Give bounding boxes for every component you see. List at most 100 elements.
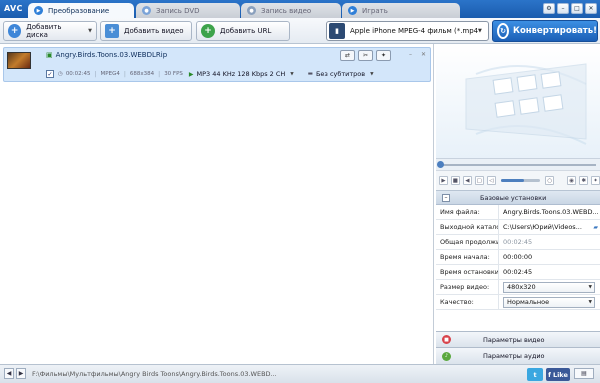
tab-convert-label: Преобразование: [48, 6, 110, 15]
tab-dvd[interactable]: ● Запись DVD: [136, 3, 240, 18]
file-name: Angry.Birds.Toons.03.WEBDLRip: [55, 51, 168, 59]
setting-row: Размер видео: 480x320 ▼: [436, 280, 600, 295]
subtitle-icon: ▬: [307, 71, 313, 77]
iphone-icon: ▮: [329, 23, 345, 39]
filename-field[interactable]: Angry.Birds.Toons.03.WEBD...: [499, 205, 600, 219]
audio-icon: ▶: [188, 70, 194, 78]
volume-icon[interactable]: ◁: [486, 176, 496, 185]
add-video-button[interactable]: + Добавить видео: [100, 21, 192, 41]
quality-select[interactable]: Нормальное ▼: [503, 296, 595, 308]
add-video-label: Добавить видео: [124, 27, 184, 35]
player-controls: ▶ ■ ◀ ▢ ◁ ○ ◉ ✱ ✦: [436, 170, 600, 190]
open-folder-icon[interactable]: ▤: [574, 368, 594, 379]
folder-icon[interactable]: ▰: [593, 224, 600, 231]
next-icon[interactable]: ▶: [16, 368, 26, 379]
convert-label: Конвертировать!: [513, 26, 597, 36]
quality-value: Нормальное: [507, 298, 550, 306]
info-separator: |: [158, 70, 161, 78]
camera-icon[interactable]: ◉: [567, 176, 577, 185]
chevron-down-icon: ▼: [478, 28, 482, 34]
prev-frame-icon[interactable]: ◀: [462, 176, 472, 185]
setting-row: Имя файла: Angry.Birds.Toons.03.WEBD...: [436, 205, 600, 220]
play-icon[interactable]: ▶: [439, 176, 448, 185]
stop-icon[interactable]: ■: [450, 176, 460, 185]
info-separator: |: [123, 70, 126, 78]
setting-label: Размер видео:: [436, 280, 499, 294]
convert-button[interactable]: ↻ Конвертировать!: [492, 20, 598, 42]
subtitles-select[interactable]: Без субтитров: [316, 70, 365, 78]
audio-params-button[interactable]: ♪ Параметры аудио: [436, 347, 600, 364]
add-disc-button[interactable]: + Добавить диска ▼: [3, 21, 97, 41]
chevron-down-icon: ▼: [290, 71, 294, 77]
facebook-like-button[interactable]: f Like: [546, 368, 570, 381]
chevron-down-icon: ▼: [588, 299, 592, 305]
title-bar: AVC ▶ Преобразование ● Запись DVD ● Запи…: [0, 0, 600, 18]
settings-title: Базовые установки: [480, 193, 547, 202]
audio-track-select[interactable]: MP3 44 KHz 128 Kbps 2 CH: [197, 70, 286, 78]
file-checkbox[interactable]: ✓: [46, 70, 54, 78]
maximize-icon[interactable]: □: [571, 3, 583, 14]
collapse-icon[interactable]: –: [442, 193, 450, 202]
play-icon: ▶: [348, 6, 357, 15]
record-icon: ●: [247, 6, 256, 15]
video-preview: [436, 44, 600, 158]
setting-label: Качество:: [436, 295, 499, 309]
seek-bar[interactable]: [436, 158, 600, 170]
start-time-field[interactable]: 00:00:00: [499, 250, 600, 264]
setting-row: Общая продолжит 00:02:45: [436, 235, 600, 250]
output-folder-value: C:\Users\Юрий\Videos...: [503, 223, 582, 231]
video-params-button[interactable]: ■ Параметры видео: [436, 331, 600, 347]
prev-icon[interactable]: ◀: [4, 368, 14, 379]
chevron-down-icon: ▼: [370, 71, 374, 77]
output-folder-field[interactable]: C:\Users\Юрий\Videos... ▰: [499, 220, 600, 234]
chevron-down-icon: ▼: [88, 28, 92, 34]
setting-row: Выходной каталог: C:\Users\Юрий\Videos..…: [436, 220, 600, 235]
setting-label: Выходной каталог:: [436, 220, 499, 234]
magic-wand-icon[interactable]: ✦: [591, 176, 600, 185]
audio-params-icon: ♪: [442, 351, 451, 361]
video-params-label: Параметры видео: [483, 335, 545, 344]
window-controls: ⚙ – □ ✕: [543, 3, 597, 14]
add-disc-label: Добавить диска: [26, 23, 62, 39]
bug-icon[interactable]: ✱: [579, 176, 589, 185]
add-url-icon: +: [201, 24, 215, 38]
effects-wand-icon[interactable]: ✦: [376, 50, 391, 61]
output-format-select[interactable]: ▮ Apple iPhone MPEG-4 фильм (*.mp4) ▼: [326, 21, 489, 41]
tab-record-label: Запись видео: [261, 6, 312, 15]
close-icon[interactable]: ✕: [585, 3, 597, 14]
seek-handle[interactable]: [437, 161, 444, 168]
refresh-icon: ↻: [497, 23, 509, 39]
volume-slider[interactable]: [500, 179, 541, 182]
file-info: ✓ ◷ 00:02:45 | MPEG4 | 688x384 | 30 FPS …: [46, 70, 374, 78]
mute-icon[interactable]: ○: [545, 176, 555, 185]
tab-record[interactable]: ● Запись видео: [241, 3, 341, 18]
twitter-icon[interactable]: t: [527, 368, 543, 381]
setting-label: Время остановки:: [436, 265, 499, 279]
video-size-select[interactable]: 480x320 ▼: [503, 281, 595, 293]
cut-icon[interactable]: ✂: [358, 50, 373, 61]
settings-panel: – Базовые установки Имя файла: Angry.Bir…: [436, 190, 600, 331]
video-size-value: 480x320: [507, 283, 536, 291]
close-icon[interactable]: ✕: [421, 51, 426, 58]
video-params-icon: ■: [442, 335, 451, 344]
tab-convert[interactable]: ▶ Преобразование: [28, 3, 134, 18]
convert-tab-icon: ▶: [34, 6, 43, 15]
tab-play[interactable]: ▶ Играть: [342, 3, 460, 18]
facebook-f-icon: f: [548, 370, 551, 379]
file-codec: MPEG4: [100, 71, 120, 77]
file-title: ▣ Angry.Birds.Toons.03.WEBDLRip: [46, 51, 167, 59]
tab-play-label: Играть: [362, 6, 388, 15]
disc-icon: ●: [142, 6, 151, 15]
add-url-button[interactable]: + Добавить URL: [196, 21, 290, 41]
audio-params-label: Параметры аудио: [483, 352, 545, 360]
info-separator: |: [94, 70, 97, 78]
list-item[interactable]: ▣ Angry.Birds.Toons.03.WEBDLRip ⇄ ✂ ✦ – ✕…: [3, 47, 431, 82]
swap-icon[interactable]: ⇄: [340, 50, 355, 61]
minus-icon[interactable]: –: [409, 51, 412, 58]
file-actions: ⇄ ✂ ✦: [340, 50, 391, 61]
stop-time-field[interactable]: 00:02:45: [499, 265, 600, 279]
snapshot-icon[interactable]: ▢: [474, 176, 484, 185]
settings-header[interactable]: – Базовые установки: [436, 191, 600, 205]
minimize-icon[interactable]: –: [557, 3, 569, 14]
settings-icon[interactable]: ⚙: [543, 3, 555, 14]
